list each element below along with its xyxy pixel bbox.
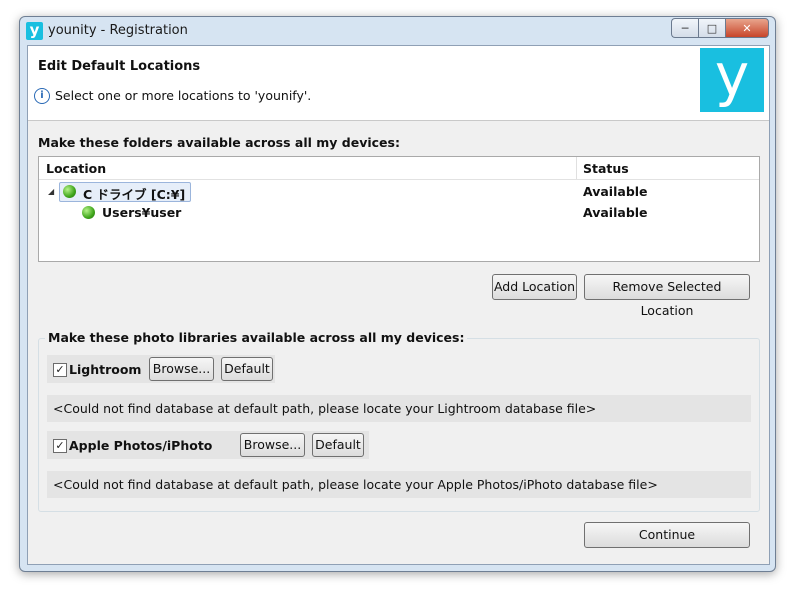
apple-photos-path-text: <Could not find database at default path… [53,477,658,492]
continue-button[interactable]: Continue [584,522,750,548]
lightroom-label: Lightroom [69,362,142,377]
available-status-icon [63,185,76,198]
title-bar[interactable]: y younity - Registration ─ □ ✕ [20,17,775,45]
lightroom-browse-button[interactable]: Browse... [149,357,214,381]
tree-header: Location Status [39,157,759,180]
tree-node-label: C ドライブ [C:¥] [83,187,186,202]
page-title: Edit Default Locations [38,59,201,74]
location-column-header[interactable]: Location [46,161,106,176]
column-divider[interactable] [576,157,577,179]
lightroom-row: ✓ Lightroom Browse... Default [47,355,275,383]
photo-libraries-group: Make these photo libraries available acr… [38,330,760,512]
minimize-button[interactable]: ─ [671,18,698,38]
photo-libraries-section-label: Make these photo libraries available acr… [45,330,468,345]
lightroom-path-field[interactable]: <Could not find database at default path… [47,395,751,422]
close-button[interactable]: ✕ [725,18,769,38]
tree-node-label: Users¥user [102,205,182,220]
remove-selected-location-button[interactable]: Remove Selected Location [584,274,750,318]
lightroom-path-text: <Could not find database at default path… [53,401,597,416]
window-controls: ─ □ ✕ [671,18,769,38]
younity-logo: y [700,46,764,112]
tree-row-c-drive[interactable]: ◢ C ドライブ [C:¥] Available [39,182,759,202]
collapse-arrow-icon[interactable]: ◢ [48,187,54,196]
available-status-icon [82,206,95,219]
apple-photos-checkbox[interactable]: ✓ [53,439,67,453]
dialog-body: Edit Default Locations i Select one or m… [27,45,770,565]
lightroom-default-button[interactable]: Default [221,357,273,381]
tree-row-users[interactable]: Users¥user Available [39,203,759,223]
dialog-header: Edit Default Locations i Select one or m… [28,46,769,121]
maximize-button[interactable]: □ [698,18,725,38]
header-description: Select one or more locations to 'younify… [55,88,312,103]
apple-photos-path-field[interactable]: <Could not find database at default path… [47,471,751,498]
status-column-header[interactable]: Status [583,161,629,176]
lightroom-checkbox[interactable]: ✓ [53,363,67,377]
folders-section-label: Make these folders available across all … [38,135,400,150]
status-value: Available [583,205,648,220]
status-value: Available [583,184,648,199]
info-icon: i [34,88,50,104]
apple-photos-browse-button[interactable]: Browse... [240,433,305,457]
apple-photos-default-button[interactable]: Default [312,433,364,457]
apple-photos-row: ✓ Apple Photos/iPhoto Browse... Default [47,431,369,459]
add-location-button[interactable]: Add Location [492,274,577,300]
app-icon: y [26,22,43,40]
apple-photos-label: Apple Photos/iPhoto [69,438,213,453]
window-title: younity - Registration [48,23,188,38]
app-window: y younity - Registration ─ □ ✕ Edit Defa… [19,16,776,572]
locations-tree[interactable]: Location Status ◢ C ドライブ [C:¥] Available… [38,156,760,262]
